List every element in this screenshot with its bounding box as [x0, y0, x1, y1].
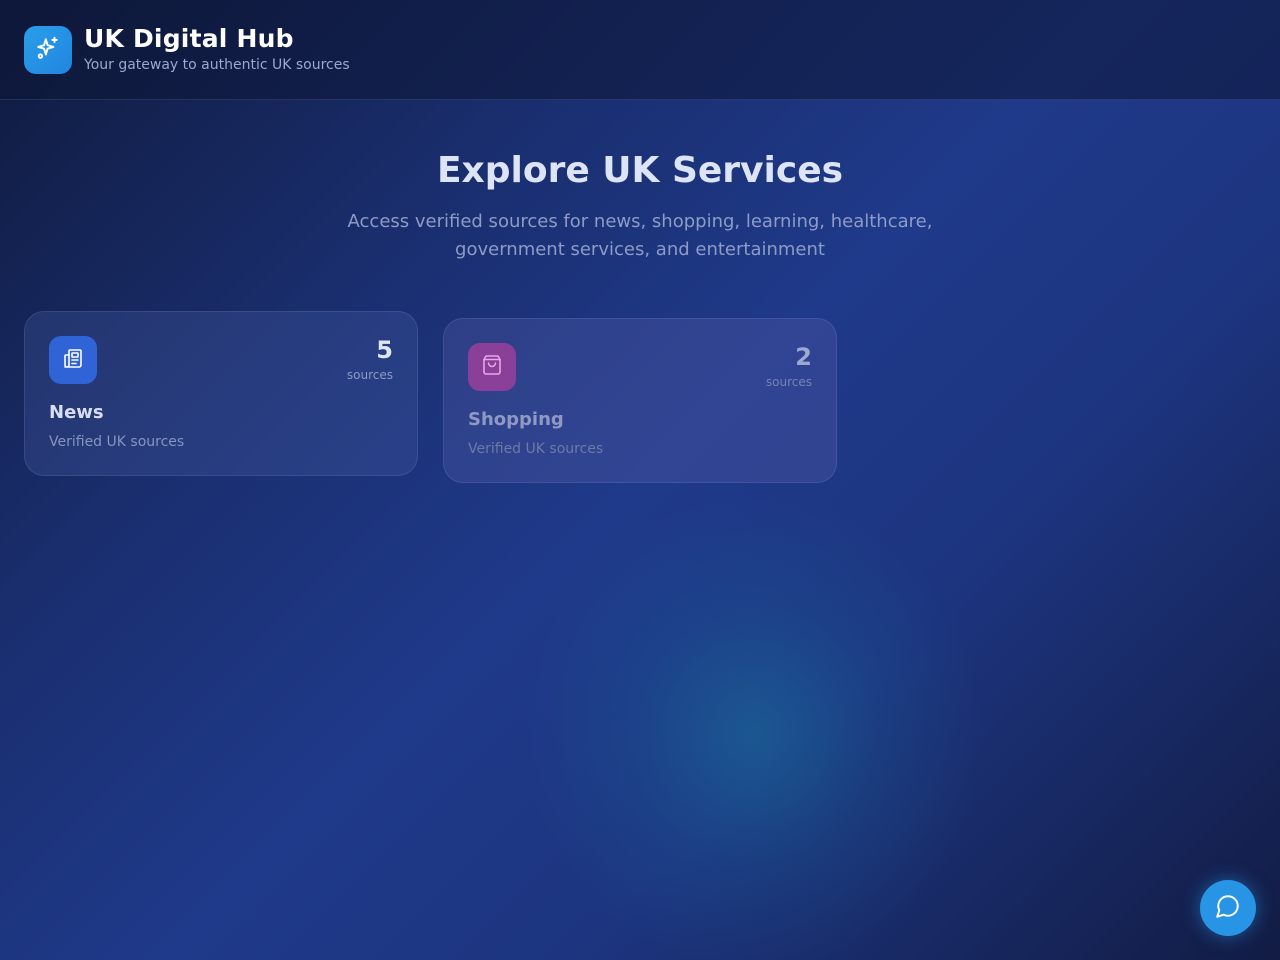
page-title: Explore UK Services: [436, 150, 844, 191]
app-header: UK Digital Hub Your gateway to authentic…: [0, 0, 1280, 100]
category-title: News: [49, 402, 104, 423]
category-card-news[interactable]: 5 sources News Verified UK sources: [24, 311, 418, 476]
source-count-label: sources: [765, 375, 812, 389]
source-count: 2: [795, 343, 812, 371]
category-card-shopping[interactable]: 2 sources Shopping Verified UK sources: [443, 318, 837, 483]
shopping-bag-icon: [480, 353, 504, 381]
chat-bubble-icon: [1215, 893, 1241, 923]
source-count-label: sources: [346, 368, 393, 382]
source-count: 5: [376, 336, 393, 364]
page-description: Access verified sources for news, shoppi…: [347, 211, 933, 260]
app-logo[interactable]: [24, 26, 72, 74]
newspaper-icon: [61, 346, 85, 374]
app-title: UK Digital Hub: [84, 24, 294, 53]
category-description: Verified UK sources: [468, 441, 604, 457]
app-subtitle: Your gateway to authentic UK sources: [84, 57, 350, 73]
category-icon-tile: [468, 343, 516, 391]
category-title: Shopping: [468, 409, 564, 430]
category-icon-tile: [49, 336, 97, 384]
chat-button[interactable]: [1200, 880, 1256, 936]
sparkles-icon: [35, 35, 61, 65]
category-description: Verified UK sources: [49, 434, 185, 450]
